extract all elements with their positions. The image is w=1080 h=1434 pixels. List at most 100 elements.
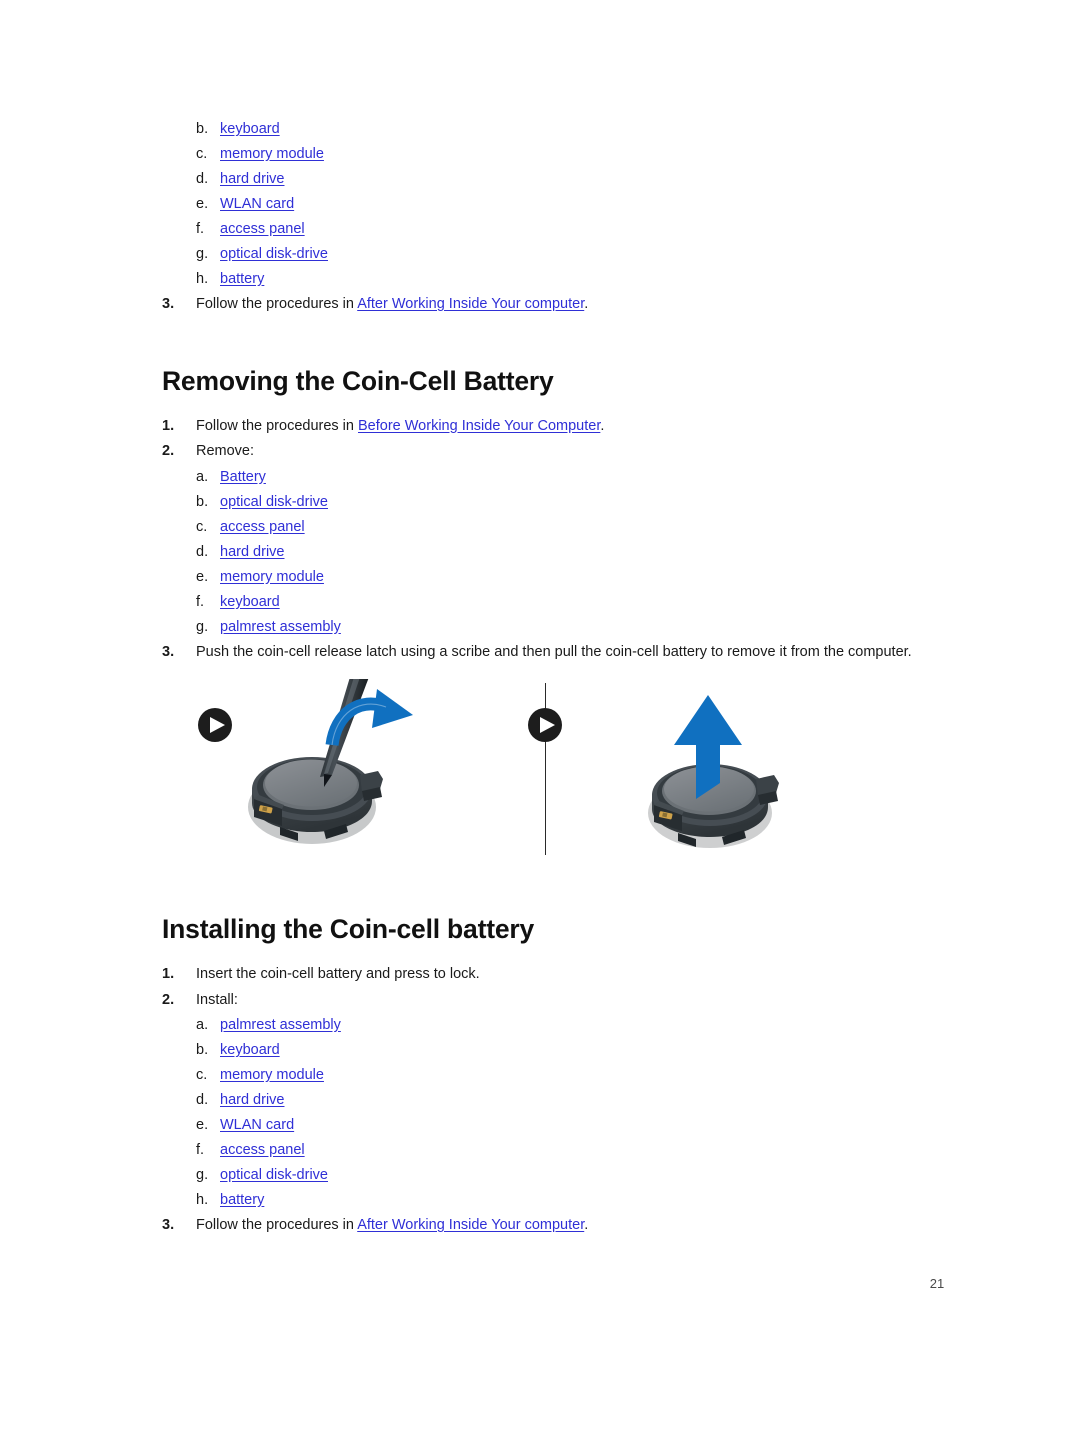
document-page: b. keyboard c. memory module d. hard dri… [0,0,1080,1434]
figure-panel-left [164,679,545,861]
list-item: h. battery [162,268,962,291]
list-item: d. hard drive [162,1089,962,1112]
page-number-value: 21 [929,1276,945,1291]
link-after-working-inside-your-computer[interactable]: After Working Inside Your computer [357,1217,584,1233]
step-text: Install: [196,991,238,1008]
step-text-before: Follow the procedures in [196,417,358,434]
step-text: Follow the procedures in After Working I… [196,1214,962,1237]
step-number: 3. [162,296,175,312]
link-memory-module[interactable]: memory module [220,1064,324,1087]
list-item: d. hard drive [162,541,962,564]
list-marker: b. [196,1042,209,1058]
list-marker: g. [196,1167,209,1183]
link-before-working-inside-your-computer[interactable]: Before Working Inside Your Computer [358,418,600,434]
page-title-installing: Installing the Coin-cell battery [162,914,535,944]
step-text: Follow the procedures in After Working I… [196,293,962,316]
list-item: g. palmrest assembly [162,616,962,639]
step-number: 1. [162,417,175,434]
link-hard-drive[interactable]: hard drive [220,541,284,564]
link-access-panel[interactable]: access panel [220,1139,305,1162]
step-text-after: . [584,296,589,312]
list-item: g. optical disk-drive [162,1164,962,1187]
link-keyboard[interactable]: keyboard [220,118,280,141]
coin-cell-scribe-graphic [248,679,413,844]
coin-cell-illustration [164,679,890,861]
installing-sublist: a. palmrest assembly b. keyboard c. memo… [162,1014,962,1212]
list-item: c. memory module [162,1064,962,1087]
list-item: a. palmrest assembly [162,1014,962,1037]
list-item: c. memory module [162,143,962,166]
link-after-working-inside-your-computer[interactable]: After Working Inside Your computer [357,296,584,312]
link-palmrest-assembly[interactable]: palmrest assembly [220,616,341,639]
link-access-panel[interactable]: access panel [220,516,305,539]
page-title-removing: Removing the Coin-Cell Battery [162,365,554,396]
step-number: 1. [162,966,175,982]
link-optical-disk-drive[interactable]: optical disk-drive [220,243,328,266]
link-memory-module[interactable]: memory module [220,566,324,589]
play-icon-right [528,708,562,742]
step-number: 2. [162,991,175,1008]
list-marker: d. [196,543,209,560]
step-text-after: . [600,417,605,434]
step-text: Insert the coin-cell battery and press t… [196,966,480,982]
list-item: b. keyboard [162,118,962,141]
step-number: 3. [162,643,175,660]
link-keyboard[interactable]: keyboard [220,1039,280,1062]
step-3-top: 3. Follow the procedures in After Workin… [162,293,962,316]
step-text-before: Follow the procedures in [196,1217,358,1233]
list-marker: f. [196,1142,205,1158]
list-marker: d. [196,1092,209,1108]
list-marker: b. [196,493,209,510]
link-palmrest-assembly[interactable]: palmrest assembly [220,1014,341,1037]
list-marker: e. [196,568,209,585]
step-text: Follow the procedures in Before Working … [196,415,962,438]
top-sublist: b. keyboard c. memory module d. hard dri… [162,118,962,291]
removing-step-2: 2. Remove: [162,440,962,463]
list-item: e. WLAN card [162,1114,962,1137]
link-battery[interactable]: Battery [220,466,266,489]
list-item: f. keyboard [162,591,962,614]
list-marker: f. [196,221,205,237]
page-number: 21 [0,1276,1080,1291]
link-keyboard[interactable]: keyboard [220,591,280,614]
link-battery[interactable]: battery [220,1189,264,1212]
list-item: a. Battery [162,466,962,489]
list-marker: g. [196,246,209,262]
play-icon-left [198,708,232,742]
list-marker: h. [196,1192,209,1208]
list-marker: e. [196,1117,209,1133]
installing-step-2: 2. Install: [162,989,962,1012]
removing-step-1: 1. Follow the procedures in Before Worki… [162,415,962,438]
link-hard-drive[interactable]: hard drive [220,1089,284,1112]
step-number: 3. [162,1217,175,1233]
list-item: c. access panel [162,516,962,539]
list-item: e. WLAN card [162,193,962,216]
list-item: b. optical disk-drive [162,491,962,514]
link-optical-disk-drive[interactable]: optical disk-drive [220,491,328,514]
link-hard-drive[interactable]: hard drive [220,168,284,191]
link-memory-module[interactable]: memory module [220,143,324,166]
list-marker: b. [196,121,209,137]
installing-heading-block: Installing the Coin-cell battery [162,913,962,945]
link-optical-disk-drive[interactable]: optical disk-drive [220,1164,328,1187]
step-number: 2. [162,443,175,459]
removing-step-3: 3. Push the coin-cell release latch usin… [162,641,962,664]
list-marker: c. [196,146,208,162]
list-item: g. optical disk-drive [162,243,962,266]
list-marker: a. [196,468,209,485]
step-text-before: Follow the procedures in [196,296,358,312]
figure-panel-right [546,679,890,861]
list-marker: e. [196,196,209,212]
step-text-after: . [584,1217,589,1233]
link-battery[interactable]: battery [220,268,264,291]
list-item: e. memory module [162,566,962,589]
link-wlan-card[interactable]: WLAN card [220,1114,294,1137]
coin-cell-lift-graphic [648,695,779,848]
list-item: b. keyboard [162,1039,962,1062]
list-marker: f. [196,593,205,610]
link-access-panel[interactable]: access panel [220,218,305,241]
list-marker: a. [196,1017,209,1033]
removing-heading-block: Removing the Coin-Cell Battery [162,365,962,397]
link-wlan-card[interactable]: WLAN card [220,193,294,216]
list-marker: c. [196,1067,208,1083]
